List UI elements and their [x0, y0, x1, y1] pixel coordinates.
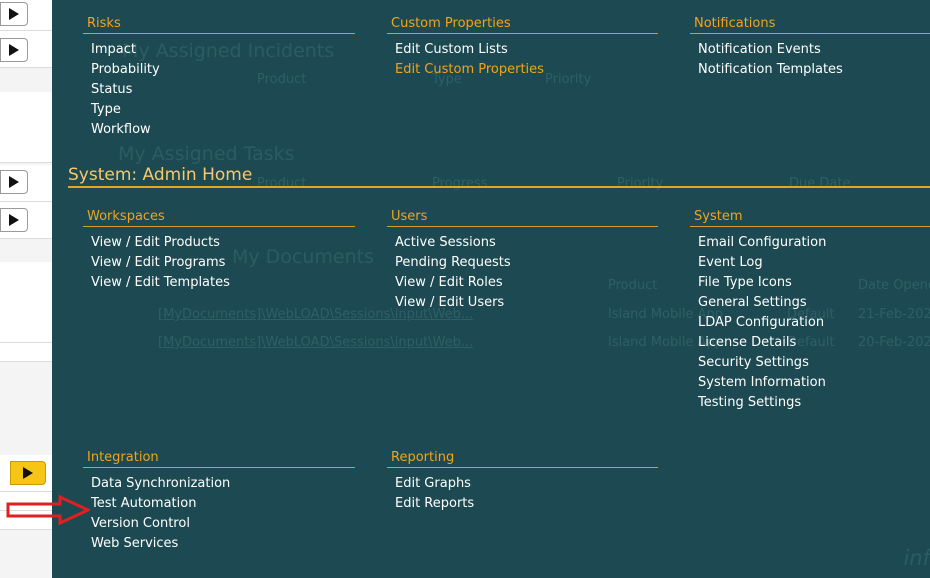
menu-item-data-synchronization[interactable]: Data Synchronization — [91, 474, 355, 494]
ghost-document-link: [MyDocuments]\WebLOAD\Sessions\input\Web… — [158, 335, 474, 350]
play-button[interactable] — [0, 38, 28, 62]
menu-item-probability[interactable]: Probability — [91, 60, 355, 80]
play-button[interactable] — [0, 170, 28, 194]
system-admin-home-heading[interactable]: System: Admin Home — [68, 165, 930, 188]
menu-item-status[interactable]: Status — [91, 80, 355, 100]
menu-item-view-edit-products[interactable]: View / Edit Products — [91, 233, 355, 253]
menu-section-reporting: Reporting Edit Graphs Edit Reports — [387, 450, 658, 514]
play-button[interactable] — [10, 461, 46, 485]
menu-section-system: System Email Configuration Event Log Fil… — [690, 209, 930, 413]
menu-item-view-edit-roles[interactable]: View / Edit Roles — [395, 273, 658, 293]
background-row — [0, 262, 52, 343]
menu-section-integration: Integration Data Synchronization Test Au… — [83, 450, 355, 554]
section-title-users: Users — [387, 209, 658, 227]
menu-item-view-edit-programs[interactable]: View / Edit Programs — [91, 253, 355, 273]
menu-item-edit-graphs[interactable]: Edit Graphs — [395, 474, 658, 494]
menu-item-impact[interactable]: Impact — [91, 40, 355, 60]
section-title-risks: Risks — [83, 16, 355, 34]
section-title-system: System — [690, 209, 930, 227]
play-icon — [9, 176, 19, 188]
section-title-custom-properties: Custom Properties — [387, 16, 658, 34]
menu-item-web-services[interactable]: Web Services — [91, 534, 355, 554]
menu-item-edit-custom-lists[interactable]: Edit Custom Lists — [395, 40, 658, 60]
section-title-reporting: Reporting — [387, 450, 658, 468]
menu-section-users: Users Active Sessions Pending Requests V… — [387, 209, 658, 313]
play-icon — [23, 467, 33, 479]
menu-section-risks: Risks Impact Probability Status Type Wor… — [83, 16, 355, 140]
menu-item-pending-requests[interactable]: Pending Requests — [395, 253, 658, 273]
background-row — [0, 92, 52, 163]
menu-item-type[interactable]: Type — [91, 100, 355, 120]
menu-item-workflow[interactable]: Workflow — [91, 120, 355, 140]
play-button[interactable] — [0, 208, 28, 232]
menu-section-workspaces: Workspaces View / Edit Products View / E… — [83, 209, 355, 293]
play-icon — [9, 44, 19, 56]
play-button[interactable] — [0, 2, 28, 26]
menu-item-testing-settings[interactable]: Testing Settings — [698, 393, 930, 413]
menu-item-view-edit-users[interactable]: View / Edit Users — [395, 293, 658, 313]
menu-item-license-details[interactable]: License Details — [698, 333, 930, 353]
menu-item-email-configuration[interactable]: Email Configuration — [698, 233, 930, 253]
menu-section-custom-properties: Custom Properties Edit Custom Lists Edit… — [387, 16, 658, 80]
menu-item-version-control[interactable]: Version Control — [91, 514, 355, 534]
menu-item-ldap-configuration[interactable]: LDAP Configuration — [698, 313, 930, 333]
menu-item-system-information[interactable]: System Information — [698, 373, 930, 393]
menu-item-edit-custom-properties[interactable]: Edit Custom Properties — [395, 60, 658, 80]
menu-section-notifications: Notifications Notification Events Notifi… — [690, 16, 930, 80]
menu-item-notification-events[interactable]: Notification Events — [698, 40, 930, 60]
play-icon — [9, 214, 19, 226]
background-watermark: inf — [903, 546, 930, 570]
red-arrow-icon — [6, 495, 90, 525]
section-title-integration: Integration — [83, 450, 355, 468]
background-page-left-strip — [0, 0, 52, 578]
menu-item-notification-templates[interactable]: Notification Templates — [698, 60, 930, 80]
menu-item-file-type-icons[interactable]: File Type Icons — [698, 273, 930, 293]
menu-item-security-settings[interactable]: Security Settings — [698, 353, 930, 373]
ghost-tasks-title: My Assigned Tasks — [118, 143, 295, 165]
background-row — [0, 343, 52, 362]
admin-menu-overlay: My Assigned Incidents Product Type Prior… — [52, 0, 930, 578]
play-icon — [9, 8, 19, 20]
menu-item-active-sessions[interactable]: Active Sessions — [395, 233, 658, 253]
menu-item-general-settings[interactable]: General Settings — [698, 293, 930, 313]
section-title-notifications: Notifications — [690, 16, 930, 34]
menu-item-test-automation[interactable]: Test Automation — [91, 494, 355, 514]
menu-item-edit-reports[interactable]: Edit Reports — [395, 494, 658, 514]
section-title-workspaces: Workspaces — [83, 209, 355, 227]
menu-item-view-edit-templates[interactable]: View / Edit Templates — [91, 273, 355, 293]
menu-item-event-log[interactable]: Event Log — [698, 253, 930, 273]
